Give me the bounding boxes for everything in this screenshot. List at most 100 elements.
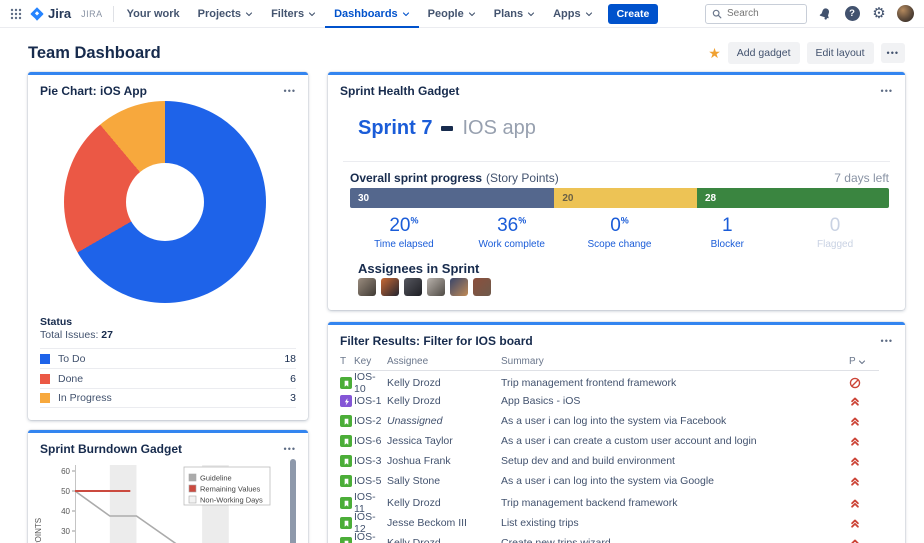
stat-label: Scope change: [587, 239, 652, 250]
user-avatar[interactable]: [897, 5, 914, 22]
sprint-health-menu-button[interactable]: •••: [881, 86, 893, 96]
add-gadget-button[interactable]: Add gadget: [727, 42, 800, 64]
pie-legend: Status Total Issues: 27 To Do 18 Done 6 In P…: [40, 316, 296, 408]
total-issues-line: Total Issues: 27: [40, 329, 296, 341]
issue-assignee: Kelly Drozd: [387, 497, 441, 509]
issue-type-story-icon: [340, 475, 352, 487]
issue-summary[interactable]: Trip management backend framework: [501, 497, 849, 509]
issue-assignee: Kelly Drozd: [387, 395, 441, 407]
nav-item-label: Your work: [126, 7, 180, 20]
dashboard-actions: ★ Add gadget Edit layout •••: [708, 42, 905, 64]
issue-summary[interactable]: Create new trips wizard: [501, 537, 849, 543]
issue-type-cell: [340, 537, 354, 543]
issue-assignee: Kelly Drozd: [387, 537, 441, 543]
issue-key[interactable]: IOS-3: [354, 455, 387, 467]
app-switcher-icon[interactable]: [10, 8, 22, 20]
chevron-down-icon: [309, 12, 316, 17]
issue-assignee: Joshua Frank: [387, 455, 451, 467]
search-input[interactable]: [727, 8, 799, 19]
filter-results-menu-button[interactable]: •••: [881, 336, 893, 346]
issue-assignee: Sally Stone: [387, 475, 441, 487]
settings-gear-icon[interactable]: ⚙: [870, 5, 888, 23]
gadget-scrollbar[interactable]: [290, 459, 296, 543]
assignee-avatar-2[interactable]: [381, 278, 399, 296]
edit-layout-button[interactable]: Edit layout: [806, 42, 874, 64]
progress-segment-value: 20: [562, 192, 574, 204]
y-tick-label: 40: [61, 507, 70, 516]
nav-item-people[interactable]: People: [419, 0, 485, 28]
stat-blocker: 1 Blocker: [673, 215, 781, 250]
issue-key[interactable]: IOS-5: [354, 475, 387, 487]
progress-title: Overall sprint progress: [350, 171, 483, 185]
progress-segment-1: 30: [350, 188, 555, 208]
issue-key[interactable]: IOS-13: [354, 531, 387, 543]
search-icon: [712, 9, 722, 18]
issue-row-ios-10[interactable]: IOS-10 Kelly Drozd Trip management fronten…: [340, 371, 879, 395]
nav-item-projects[interactable]: Projects: [189, 0, 262, 28]
issue-type-cell: [340, 435, 354, 447]
issue-summary[interactable]: App Basics - iOS: [501, 395, 849, 407]
assignee-avatar-3[interactable]: [404, 278, 422, 296]
nav-item-label: Filters: [271, 7, 305, 20]
issue-priority-cell: [849, 377, 879, 389]
dashboard-header: Team Dashboard ★ Add gadget Edit layout …: [28, 42, 905, 64]
favorite-star-icon[interactable]: ★: [708, 46, 721, 60]
priority-highest-icon: [851, 397, 859, 406]
priority-highest-icon: [851, 477, 859, 486]
issue-row-ios-6[interactable]: IOS-6 Jessica Taylor As a user i can creat…: [340, 431, 879, 451]
issue-summary[interactable]: Trip management frontend framework: [501, 377, 849, 389]
burndown-menu-button[interactable]: •••: [284, 444, 296, 454]
help-icon[interactable]: ?: [843, 5, 861, 23]
brand-name: Jira: [48, 6, 72, 21]
pie-gadget-header: Pie Chart: iOS App •••: [28, 75, 308, 102]
legend-label-guideline: Guideline: [200, 474, 232, 483]
notifications-bell-icon[interactable]: [816, 5, 834, 23]
assignees-title: Assignees in Sprint: [358, 261, 480, 276]
nav-item-filters[interactable]: Filters: [262, 0, 325, 28]
issue-assignee: Jessica Taylor: [387, 435, 453, 447]
issue-row-ios-11[interactable]: IOS-11 Kelly Drozd Trip management backend…: [340, 491, 879, 515]
col-key[interactable]: Key: [354, 356, 387, 367]
issue-row-ios-5[interactable]: IOS-5 Sally Stone As a user i can log into…: [340, 471, 879, 491]
col-summary[interactable]: Summary: [501, 356, 849, 367]
nav-item-plans[interactable]: Plans: [485, 0, 544, 28]
nav-item-dashboards[interactable]: Dashboards: [325, 0, 419, 28]
global-search[interactable]: [705, 3, 807, 24]
chevron-down-icon: [585, 12, 592, 17]
sprint-name[interactable]: Sprint 7: [358, 117, 432, 140]
days-left-label: 7 days left: [834, 171, 889, 185]
col-type[interactable]: T: [340, 356, 354, 367]
jira-mark-icon: [30, 6, 44, 21]
issue-key[interactable]: IOS-1: [354, 395, 387, 407]
progress-segment-2: 20: [554, 188, 697, 208]
jira-logo[interactable]: Jira: [30, 6, 71, 21]
dashboard-more-button[interactable]: •••: [880, 43, 905, 63]
issue-summary[interactable]: As a user i can create a custom user acc…: [501, 435, 849, 447]
issue-key[interactable]: IOS-10: [354, 371, 387, 395]
issue-key[interactable]: IOS-6: [354, 435, 387, 447]
issue-row-ios-13[interactable]: IOS-13Kelly Drozd Create new trips wizard: [340, 531, 879, 543]
create-button[interactable]: Create: [607, 3, 659, 24]
assignee-avatar-5[interactable]: [450, 278, 468, 296]
issue-row-ios-1[interactable]: IOS-1 Kelly Drozd App Basics - iOS: [340, 391, 879, 411]
assignee-avatar-6[interactable]: [473, 278, 491, 296]
col-priority[interactable]: P: [849, 356, 879, 367]
pie-gadget-menu-button[interactable]: •••: [284, 86, 296, 96]
issue-summary[interactable]: Setup dev and and build environment: [501, 455, 849, 467]
issue-priority-cell: [849, 475, 879, 487]
issue-type-cell: [340, 517, 354, 529]
priority-highest-icon: [851, 457, 859, 466]
issue-summary[interactable]: List existing trips: [501, 517, 849, 529]
nav-item-your-work[interactable]: Your work: [118, 0, 189, 28]
col-assignee[interactable]: Assignee: [387, 356, 501, 367]
issue-summary[interactable]: As a user i can log into the system via …: [501, 475, 849, 487]
nav-item-apps[interactable]: Apps: [544, 0, 602, 28]
issue-summary[interactable]: As a user i can log into the system via …: [501, 415, 849, 427]
issue-row-ios-12[interactable]: IOS-12 Jesse Beckom III List existing trip…: [340, 511, 879, 535]
assignee-avatar-4[interactable]: [427, 278, 445, 296]
legend-label-remaining-values: Remaining Values: [200, 485, 261, 494]
assignee-avatar-1[interactable]: [358, 278, 376, 296]
issue-key[interactable]: IOS-2: [354, 415, 387, 427]
issue-row-ios-2[interactable]: IOS-2 Unassigned As a user i can log into …: [340, 411, 879, 431]
issue-row-ios-3[interactable]: IOS-3 Joshua Frank Setup dev and and build…: [340, 451, 879, 471]
